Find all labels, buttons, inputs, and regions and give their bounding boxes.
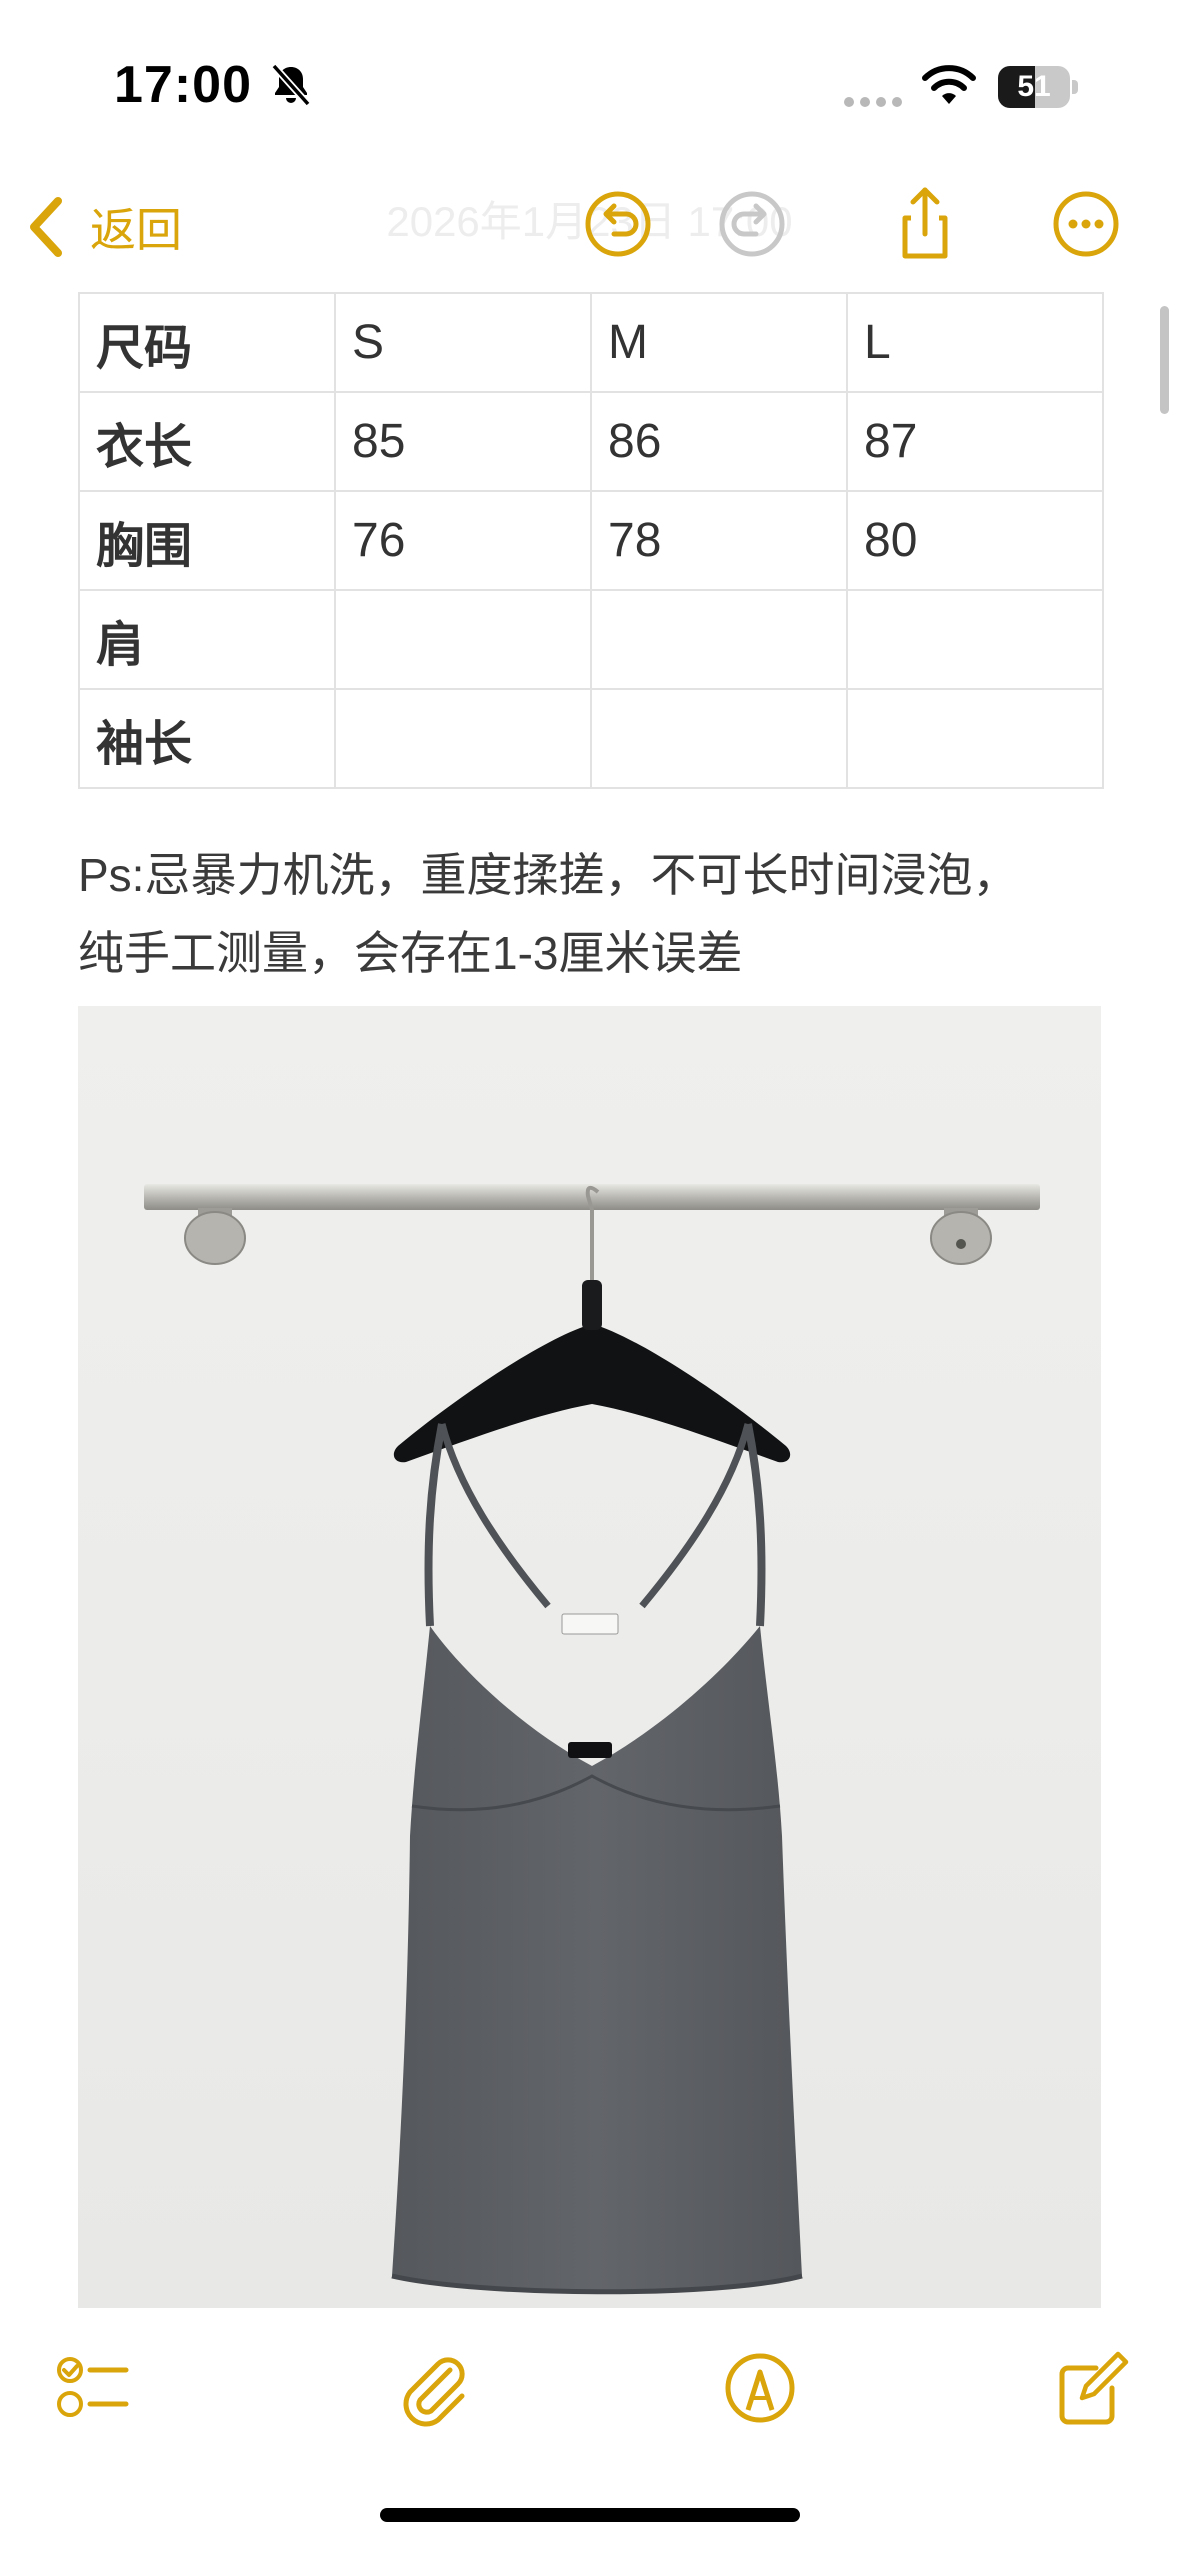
table-cell[interactable]: 袖长 [78, 688, 336, 789]
bell-slash-icon [271, 63, 311, 107]
table-cell[interactable]: M [590, 292, 848, 393]
markup-pen-icon[interactable] [720, 2348, 800, 2428]
table-cell[interactable]: 80 [846, 490, 1104, 591]
table-cell[interactable] [590, 688, 848, 789]
table-cell[interactable]: 肩 [78, 589, 336, 690]
checklist-icon[interactable] [52, 2348, 132, 2428]
table-cell[interactable]: 尺码 [78, 292, 336, 393]
hanger [393, 1324, 791, 1463]
note-line: 纯手工测量，会存在1-3厘米误差 [78, 927, 743, 979]
chevron-left-icon [30, 197, 62, 257]
table-cell[interactable]: 86 [590, 391, 848, 492]
battery-icon: 51 [998, 66, 1078, 108]
size-table: 尺码 S M L 衣长 85 86 87 胸围 76 78 80 肩 袖长 [78, 292, 1104, 789]
table-cell[interactable]: 87 [846, 391, 1104, 492]
table-row: 肩 [78, 589, 1104, 690]
note-line: Ps:忌暴力机洗，重度揉搓，不可长时间浸泡， [78, 849, 1019, 901]
status-bar: 17:00 51 [0, 0, 1179, 170]
dress-illustration [144, 1184, 1040, 2295]
note-body-text[interactable]: Ps:忌暴力机洗，重度揉搓，不可长时间浸泡， 纯手工测量，会存在1-3厘米误差 [78, 836, 1128, 992]
signal-icon [844, 97, 902, 107]
table-cell[interactable]: S [334, 292, 592, 393]
scroll-indicator[interactable] [1160, 306, 1169, 414]
wifi-icon [922, 65, 976, 104]
table-cell[interactable]: L [846, 292, 1104, 393]
home-indicator[interactable] [380, 2508, 800, 2522]
table-row: 袖长 [78, 688, 1104, 789]
table-cell[interactable] [846, 589, 1104, 690]
brand-badge [568, 1742, 612, 1758]
table-cell[interactable]: 衣长 [78, 391, 336, 492]
table-row: 衣长 85 86 87 [78, 391, 1104, 492]
table-cell[interactable] [334, 688, 592, 789]
table-row: 尺码 S M L [78, 292, 1104, 393]
table-cell[interactable]: 胸围 [78, 490, 336, 591]
paperclip-icon[interactable] [392, 2348, 472, 2428]
compose-icon[interactable] [1052, 2348, 1132, 2428]
table-cell[interactable] [590, 589, 848, 690]
product-photo[interactable] [78, 1006, 1101, 2308]
table-cell[interactable] [334, 589, 592, 690]
more-icon[interactable] [1046, 184, 1126, 264]
table-cell[interactable]: 85 [334, 391, 592, 492]
back-button[interactable]: 返回 [24, 192, 182, 262]
table-cell[interactable]: 78 [590, 490, 848, 591]
status-time: 17:00 [114, 56, 252, 114]
table-cell[interactable]: 76 [334, 490, 592, 591]
share-icon[interactable] [885, 184, 965, 264]
nav-bar: 2026年1月23日 17:00 返回 [0, 170, 1179, 288]
dress [392, 1626, 802, 2292]
redo-icon[interactable] [712, 184, 792, 264]
brand-label [561, 1613, 619, 1635]
back-label: 返回 [90, 204, 182, 256]
table-cell[interactable] [846, 688, 1104, 789]
table-row: 胸围 76 78 80 [78, 490, 1104, 591]
undo-icon[interactable] [578, 184, 658, 264]
battery-level: 51 [1017, 70, 1051, 103]
